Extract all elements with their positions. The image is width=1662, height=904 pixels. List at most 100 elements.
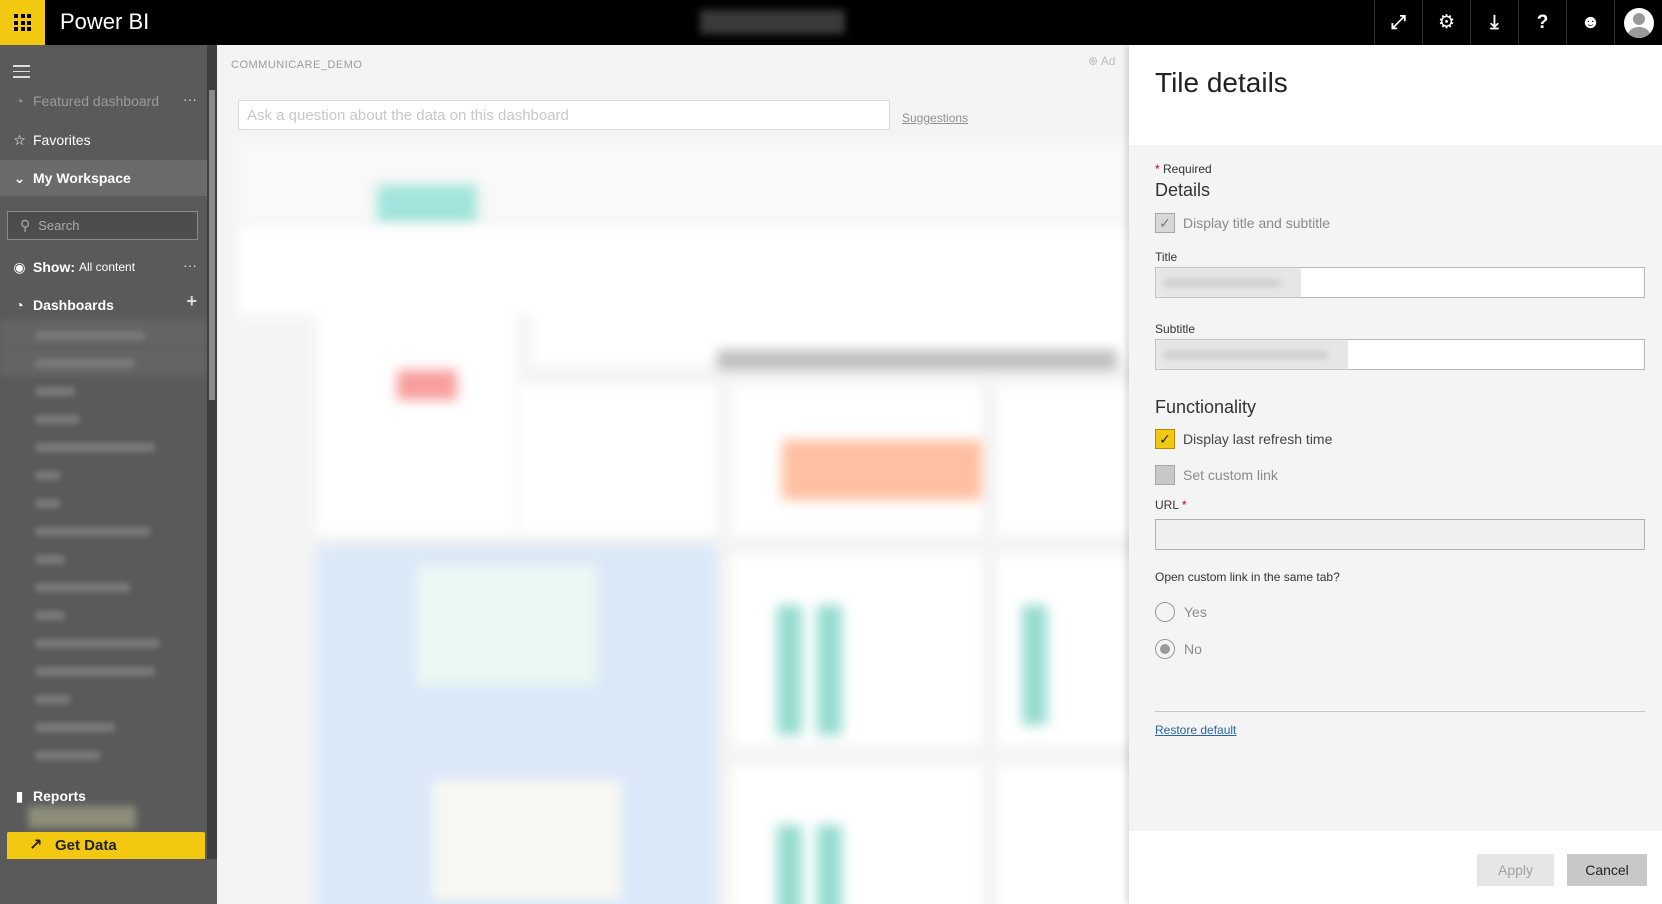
- nav-featured-dashboard[interactable]: ◔ Featured dashboard ···: [0, 83, 207, 119]
- nav-search-input[interactable]: ⚲ Search: [7, 211, 198, 240]
- blurred-dashboard-item[interactable]: [35, 415, 80, 424]
- blurred-dashboard-item[interactable]: [35, 667, 155, 676]
- display-title-subtitle-row[interactable]: ✓ Display title and subtitle: [1155, 213, 1330, 233]
- set-custom-link-label: Set custom link: [1183, 467, 1278, 483]
- display-refresh-label: Display last refresh time: [1183, 431, 1333, 447]
- nav-favorites-label: Favorites: [33, 132, 91, 148]
- blurred-dashboard-item[interactable]: [35, 499, 60, 508]
- blurred-report-item[interactable]: [28, 806, 136, 828]
- blurred-dashboard-item[interactable]: [35, 331, 145, 340]
- display-refresh-checkbox[interactable]: ✓: [1155, 429, 1175, 449]
- nav-search-placeholder: Search: [38, 218, 80, 233]
- panel-title: Tile details: [1155, 67, 1288, 98]
- eye-icon: ◉: [13, 258, 26, 275]
- nav-show-label: Show:: [33, 259, 75, 275]
- blurred-dashboard-item[interactable]: [35, 359, 135, 368]
- bar-chart-icon: ▮: [15, 787, 24, 804]
- same-tab-no-radio[interactable]: [1155, 639, 1175, 659]
- same-tab-yes-row[interactable]: Yes: [1155, 602, 1207, 622]
- arrow-up-right-icon: ↗: [29, 837, 43, 854]
- required-asterisk: *: [1181, 498, 1187, 512]
- blurred-dashboard-item[interactable]: [35, 527, 150, 536]
- subtitle-field[interactable]: [1155, 339, 1645, 370]
- required-note: * Required: [1155, 162, 1212, 176]
- blurred-dashboard-item[interactable]: [35, 695, 70, 704]
- blurred-dashboard-item[interactable]: [35, 723, 115, 732]
- hamburger-menu-icon[interactable]: [13, 65, 30, 82]
- more-options-icon[interactable]: ···: [183, 257, 197, 273]
- cancel-button[interactable]: Cancel: [1567, 854, 1647, 886]
- nav-dashboards-label: Dashboards: [33, 297, 114, 313]
- blurred-dashboard-item[interactable]: [35, 611, 65, 620]
- dashboard-icon: ◔: [15, 297, 24, 313]
- set-custom-link-row[interactable]: Set custom link: [1155, 465, 1278, 485]
- blurred-workspace-name: [700, 10, 845, 34]
- functionality-heading: Functionality: [1155, 397, 1257, 417]
- same-tab-no-row[interactable]: No: [1155, 639, 1202, 659]
- url-label-text: URL: [1155, 498, 1179, 512]
- same-tab-yes-label: Yes: [1184, 604, 1207, 620]
- title-label: Title: [1155, 250, 1178, 264]
- required-asterisk: *: [1155, 162, 1164, 176]
- same-tab-yes-radio[interactable]: [1155, 602, 1175, 622]
- nav-reports-label: Reports: [33, 788, 86, 804]
- panel-header: Tile details: [1129, 45, 1662, 145]
- scrollbar-thumb[interactable]: [209, 90, 215, 400]
- fullscreen-icon[interactable]: ⤢: [1374, 0, 1422, 45]
- blurred-dashboard-item[interactable]: [35, 471, 60, 480]
- restore-default-link[interactable]: Restore default: [1155, 723, 1236, 737]
- more-options-icon[interactable]: ···: [183, 91, 197, 107]
- blurred-dashboard-item[interactable]: [35, 639, 160, 648]
- nav-dashboards[interactable]: ◔ Dashboards +: [0, 287, 207, 323]
- blurred-dashboard-item[interactable]: [35, 387, 75, 396]
- help-icon[interactable]: ?: [1518, 0, 1566, 45]
- url-label: URL *: [1155, 498, 1187, 512]
- display-title-subtitle-label: Display title and subtitle: [1183, 215, 1331, 231]
- blurred-dashboard-item[interactable]: [35, 583, 130, 592]
- panel-footer: Apply Cancel: [1129, 831, 1662, 904]
- dashboard-canvas: COMMUNICARE_DEMO ⊕ Ad Ask a question abo…: [217, 45, 1129, 904]
- subtitle-label: Subtitle: [1155, 322, 1196, 336]
- display-refresh-row[interactable]: ✓ Display last refresh time: [1155, 429, 1332, 449]
- blurred-subtitle-value: [1156, 340, 1348, 369]
- dashboard-icon: ◔: [15, 93, 24, 109]
- get-data-button[interactable]: ↗ Get Data: [7, 832, 205, 859]
- nav-workspace-label: My Workspace: [33, 170, 131, 186]
- nav-scrollbar[interactable]: [207, 45, 217, 859]
- blurred-dashboard-item[interactable]: [35, 555, 65, 564]
- star-icon: ☆: [13, 131, 26, 148]
- details-heading: Details: [1155, 180, 1211, 200]
- display-title-subtitle-checkbox[interactable]: ✓: [1155, 213, 1175, 233]
- panel-divider: [1155, 711, 1645, 712]
- blurred-dashboard-item[interactable]: [35, 751, 100, 760]
- same-tab-no-label: No: [1184, 641, 1202, 657]
- title-field[interactable]: [1155, 267, 1645, 298]
- tile-details-panel: Tile details * Required Details ✓ Displa…: [1129, 45, 1662, 904]
- left-navigation: ◔ Featured dashboard ··· ☆ Favorites ⌄ M…: [0, 45, 217, 904]
- blurred-dashboard-item[interactable]: [35, 443, 155, 452]
- smiley-icon[interactable]: ☻: [1566, 0, 1614, 45]
- required-label: Required: [1163, 162, 1212, 176]
- download-icon[interactable]: ⤓: [1470, 0, 1518, 45]
- nav-featured-label: Featured dashboard: [33, 93, 160, 109]
- account-button[interactable]: [1614, 0, 1662, 45]
- dim-overlay: [217, 45, 1129, 904]
- app-brand[interactable]: Power BI: [60, 9, 149, 35]
- nav-my-workspace[interactable]: ⌄ My Workspace: [0, 160, 207, 196]
- blurred-title-value: [1156, 268, 1301, 297]
- set-custom-link-checkbox[interactable]: [1155, 465, 1175, 485]
- top-icon-bar: ⤢ ⚙ ⤓ ? ☻: [1374, 0, 1662, 45]
- add-dashboard-icon[interactable]: +: [186, 291, 197, 312]
- apply-button[interactable]: Apply: [1477, 854, 1554, 886]
- url-field[interactable]: [1155, 519, 1645, 550]
- app-launcher-button[interactable]: [0, 0, 45, 45]
- get-data-label: Get Data: [55, 837, 117, 854]
- nav-favorites[interactable]: ☆ Favorites: [0, 122, 207, 158]
- waffle-icon: [14, 14, 31, 31]
- same-tab-question: Open custom link in the same tab?: [1155, 570, 1340, 584]
- search-icon: ⚲: [20, 217, 31, 233]
- gear-icon[interactable]: ⚙: [1422, 0, 1470, 45]
- nav-show-filter[interactable]: ◉ Show: All content ···: [0, 249, 207, 285]
- top-bar: Power BI ⤢ ⚙ ⤓ ? ☻: [0, 0, 1662, 45]
- chevron-down-icon: ⌄: [13, 169, 26, 186]
